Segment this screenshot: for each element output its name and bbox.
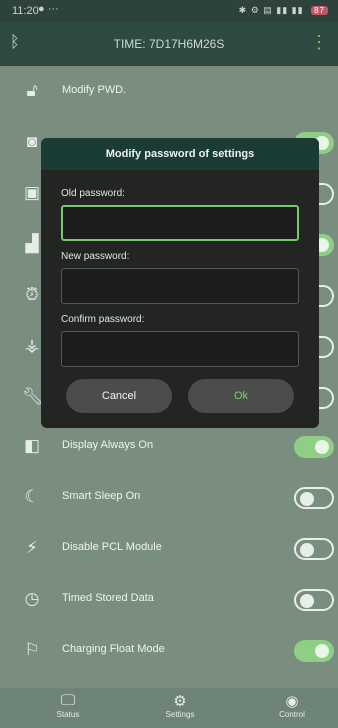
old-password-input[interactable] [61,205,299,241]
lock-icon: ▟ [25,234,39,253]
dialog-title: Modify password of settings [41,138,319,170]
new-password-label: New password: [61,251,130,262]
toggle-icon: ◉ [285,693,299,710]
confirm-password-label: Confirm password: [61,314,145,325]
screen-icon: ▣ [23,183,41,202]
row-label: Disable PCL Module [62,541,162,553]
row-label: Timed Stored Data [62,592,154,604]
settings-row-charging-float: ⚐ Charging Float Mode [0,625,338,675]
lamp-icon: ⚶ [24,336,40,355]
status-bar: 11:20 ● ··· ✱ ⚙ ▤ ▮▮ ▮▮ 87 [0,0,338,22]
notification-icons: ● ··· [38,3,59,15]
bottom-nav: 🖵︎ Status ⚙︎ Settings ◉ Control [0,688,338,728]
charging-float-toggle[interactable] [294,640,334,662]
cancel-button[interactable]: Cancel [66,379,172,413]
settings-row-timed-stored-data: ◷ Timed Stored Data [0,574,338,624]
alarm-icon: ⏰︎ [25,285,39,304]
battery-badge: 87 [311,6,328,15]
settings-row-display-always-on: ◧ Display Always On [0,421,338,471]
flag-icon: ⚐ [24,640,40,659]
row-label: Modify PWD. [62,84,127,96]
gear-icon: ⚙︎ [173,693,187,710]
unlock-icon: 🔓︎ [26,81,38,100]
nav-status[interactable]: 🖵︎ Status [28,692,108,719]
display-icon: ◧ [23,436,41,455]
old-password-label: Old password: [61,188,125,199]
row-label: Smart Sleep On [62,490,141,502]
runtime-title: TIME: 7D17H6M26S [113,37,225,51]
timed-stored-data-toggle[interactable] [294,589,334,611]
display-always-on-toggle[interactable] [294,436,334,458]
monitor-icon: 🖵︎ [60,692,76,709]
nav-label: Settings [165,710,195,719]
wrench-icon: 🔧︎ [22,387,44,406]
ok-button[interactable]: Ok [188,379,294,413]
clock-text: 11:20 [12,5,39,17]
settings-row-smart-sleep: ☾ Smart Sleep On [0,472,338,522]
clock-save-icon: ◷ [24,589,40,608]
more-menu-icon[interactable]: ⋮ [310,32,328,53]
row-label: Charging Float Mode [62,643,165,655]
moon-icon: ☾ [24,487,40,506]
smart-sleep-toggle[interactable] [294,487,334,509]
nav-label: Status [56,710,80,719]
settings-row-disable-pcl: ⚡︎ Disable PCL Module [0,523,338,573]
nav-label: Control [279,710,305,719]
new-password-input[interactable] [61,268,299,304]
row-label: Display Always On [62,439,154,451]
app-bar: ᛒ TIME: 7D17H6M26S ⋮ [0,22,338,66]
settings-row-modify-pwd[interactable]: 🔓︎ Modify PWD. [0,66,338,116]
disable-pcl-toggle[interactable] [294,538,334,560]
plug-off-icon: ⚡︎ [26,538,38,557]
system-icons: ✱ ⚙ ▤ ▮▮ ▮▮ 87 [239,5,328,16]
modify-password-dialog: Modify password of settings Old password… [41,138,319,428]
nav-control[interactable]: ◉ Control [252,692,332,719]
nav-settings[interactable]: ⚙︎ Settings [140,692,220,719]
camera-icon: ◙ [26,132,38,151]
confirm-password-input[interactable] [61,331,299,367]
